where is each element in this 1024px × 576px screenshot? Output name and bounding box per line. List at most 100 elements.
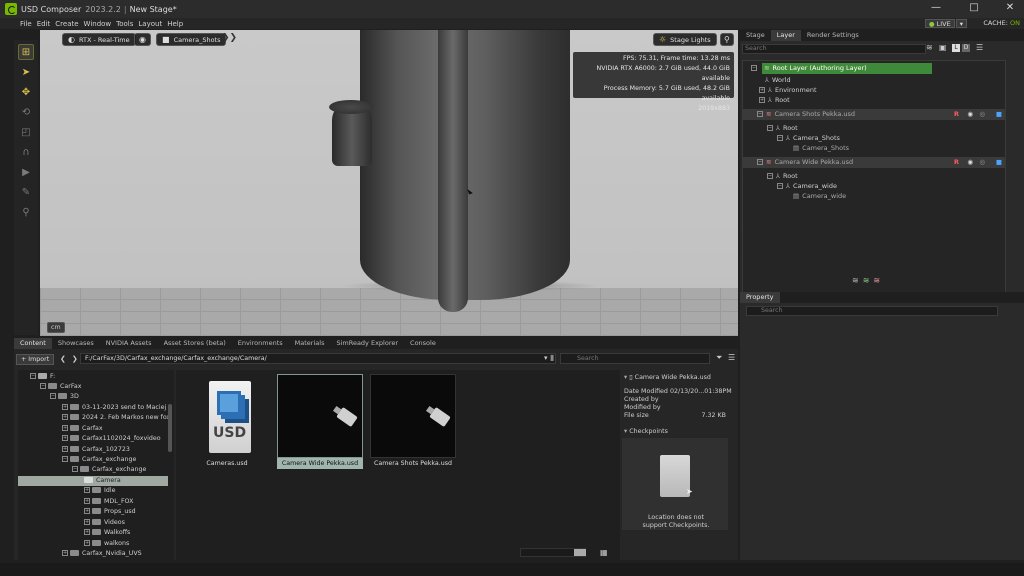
layer-row-camera-shots-cam[interactable]: ▤ Camera_Shots	[743, 143, 1005, 154]
folder-item[interactable]: + Walkoffs	[84, 528, 130, 538]
import-button[interactable]: + Import	[16, 353, 54, 365]
expand-icon[interactable]: +	[84, 508, 90, 514]
collapse-arrow-icon[interactable]: ▾	[624, 428, 627, 435]
back-arrow-icon[interactable]: ❮	[60, 355, 66, 363]
collapse-icon[interactable]: −	[757, 159, 763, 165]
lock-icon[interactable]: ■	[996, 157, 1002, 168]
menu-file[interactable]: File	[20, 20, 32, 28]
layer-search-input[interactable]: Search	[742, 44, 926, 54]
reload-flag[interactable]: R	[954, 109, 959, 120]
lock-icon[interactable]: ■	[996, 109, 1002, 120]
layer-row-camera-wide-usd[interactable]: − ≋ Camera Wide Pekka.usd R ◉ ◎ ■	[743, 157, 1005, 168]
folder-item[interactable]: +03-11-2023 send to Maciej	[62, 403, 166, 413]
layer-row-root-prim[interactable]: + ⅄ Root	[743, 95, 1005, 106]
diff-toggle-icon[interactable]: D	[962, 44, 970, 52]
expand-icon[interactable]: +	[759, 97, 765, 103]
folder-item[interactable]: + walkons	[84, 539, 129, 549]
renderer-button[interactable]: ◐ RTX - Real-Time	[62, 33, 136, 46]
content-menu-icon[interactable]: ☰	[728, 353, 735, 362]
maximize-button[interactable]: □	[962, 2, 986, 13]
content-search-input[interactable]: Search	[560, 353, 710, 364]
units-button[interactable]: cm	[47, 322, 65, 333]
layer-menu-icon[interactable]: ☰	[976, 43, 983, 52]
tab-console[interactable]: Console	[404, 338, 442, 349]
folder-item[interactable]: + Carfax_Nvidia_UVS	[62, 549, 142, 559]
tab-showcases[interactable]: Showcases	[52, 338, 100, 349]
eye-icon[interactable]: ◉	[967, 157, 973, 168]
tab-render-settings[interactable]: Render Settings	[801, 30, 865, 41]
layer-row-root[interactable]: − ≋ Root Layer (Authoring Layer)	[743, 63, 1005, 74]
new-layer-icon[interactable]: ≋	[852, 276, 863, 285]
move-tool-icon[interactable]: ✥	[18, 84, 34, 100]
folder-item[interactable]: − Carfax_exchange	[72, 465, 146, 475]
property-search-input[interactable]: Search	[746, 306, 998, 316]
play-icon[interactable]: ▶	[18, 164, 34, 180]
expand-icon[interactable]: +	[84, 529, 90, 535]
path-dropdown-icon[interactable]: ▾	[544, 354, 548, 362]
menu-help[interactable]: Help	[167, 20, 183, 28]
collapse-icon[interactable]: −	[50, 393, 56, 399]
checkpoints-header[interactable]: ▾ Checkpoints	[624, 428, 668, 435]
file-thumb-camera-wide[interactable]: Camera Wide Pekka.usd	[277, 374, 363, 472]
collapse-icon[interactable]: −	[62, 456, 68, 462]
layer-stack-icon[interactable]: ≋	[926, 43, 933, 52]
measure-icon[interactable]: ⚲	[18, 204, 34, 220]
expand-icon[interactable]: +	[62, 550, 68, 556]
collapse-icon[interactable]: −	[767, 125, 773, 131]
folder-item[interactable]: − 3D	[50, 392, 79, 402]
camera-button[interactable]: ■ Camera_Shots	[156, 33, 227, 46]
minimize-button[interactable]: —	[924, 2, 948, 13]
visibility-button[interactable]: ◉	[134, 33, 151, 46]
solo-eye-icon[interactable]: ◎	[979, 109, 985, 120]
collapse-icon[interactable]: −	[30, 373, 36, 379]
folder-item[interactable]: − F:	[30, 372, 55, 382]
expand-icon[interactable]: +	[84, 498, 90, 504]
menu-layout[interactable]: Layout	[138, 20, 162, 28]
expand-icon[interactable]: +	[84, 519, 90, 525]
path-field[interactable]: F:/CarFax/3D/Carfax_exchange/Carfax_exch…	[80, 353, 556, 364]
expand-icon[interactable]: +	[62, 446, 68, 452]
solo-eye-icon[interactable]: ◎	[979, 157, 985, 168]
folder-item[interactable]: + Videos	[84, 518, 125, 528]
folder-item[interactable]: + MDL_FOX	[84, 497, 133, 507]
tab-asset-stores[interactable]: Asset Stores (beta)	[158, 338, 232, 349]
file-thumb-camera-shots[interactable]: Camera Shots Pekka.usd	[370, 374, 456, 472]
folder-item[interactable]: + Carfax	[62, 424, 103, 434]
folder-tree-scrollbar[interactable]	[168, 404, 172, 452]
expand-icon[interactable]: +	[62, 435, 68, 441]
folder-item[interactable]: + Carfax1102024_foxvideo	[62, 434, 161, 444]
menu-tools[interactable]: Tools	[116, 20, 133, 28]
tab-materials[interactable]: Materials	[289, 338, 331, 349]
folder-item[interactable]: − Carfax_exchange	[62, 455, 136, 465]
menu-window[interactable]: Window	[84, 20, 112, 28]
select-arrow-icon[interactable]: ➤	[18, 64, 34, 80]
stage-lights-button[interactable]: ☼ Stage Lights	[653, 33, 717, 46]
tab-layer[interactable]: Layer	[770, 30, 801, 41]
forward-arrow-icon[interactable]: ❯	[72, 355, 78, 363]
select-mode-icon[interactable]: ⊞	[18, 44, 34, 60]
save-layer-icon[interactable]: ▣	[939, 43, 947, 52]
collapse-icon[interactable]: −	[751, 65, 757, 71]
tab-nvidia-assets[interactable]: NVIDIA Assets	[100, 338, 158, 349]
tab-simready-explorer[interactable]: SimReady Explorer	[330, 338, 404, 349]
viewport[interactable]: ◐ RTX - Real-Time ◉ ■ Camera_Shots ❯❯ ☼ …	[40, 30, 738, 336]
folder-item[interactable]: + Idle	[84, 486, 115, 496]
folder-item[interactable]: + Props_usd	[84, 507, 136, 517]
collapse-arrow-icon[interactable]: ▾	[624, 374, 627, 381]
tab-property[interactable]: Property	[740, 292, 780, 303]
collapse-icon[interactable]: −	[777, 183, 783, 189]
snap-magnet-icon[interactable]: ∩	[18, 144, 34, 160]
collapse-icon[interactable]: −	[767, 173, 773, 179]
expand-icon[interactable]: +	[759, 87, 765, 93]
folder-item[interactable]: − CarFax	[40, 382, 81, 392]
expand-icon[interactable]: +	[62, 404, 68, 410]
filter-icon[interactable]: ⏷	[716, 353, 722, 363]
thumbnail-size-slider-handle[interactable]	[574, 549, 586, 556]
live-dropdown-chevron-icon[interactable]: ▾	[955, 18, 967, 28]
eye-icon[interactable]: ◉	[967, 109, 973, 120]
reload-flag[interactable]: R	[954, 157, 959, 168]
folder-item-selected[interactable]: Camera	[18, 476, 168, 486]
lock-toggle-icon[interactable]: L	[952, 44, 960, 52]
collapse-icon[interactable]: −	[757, 111, 763, 117]
viewport-settings-button[interactable]: ⚲	[720, 33, 734, 46]
